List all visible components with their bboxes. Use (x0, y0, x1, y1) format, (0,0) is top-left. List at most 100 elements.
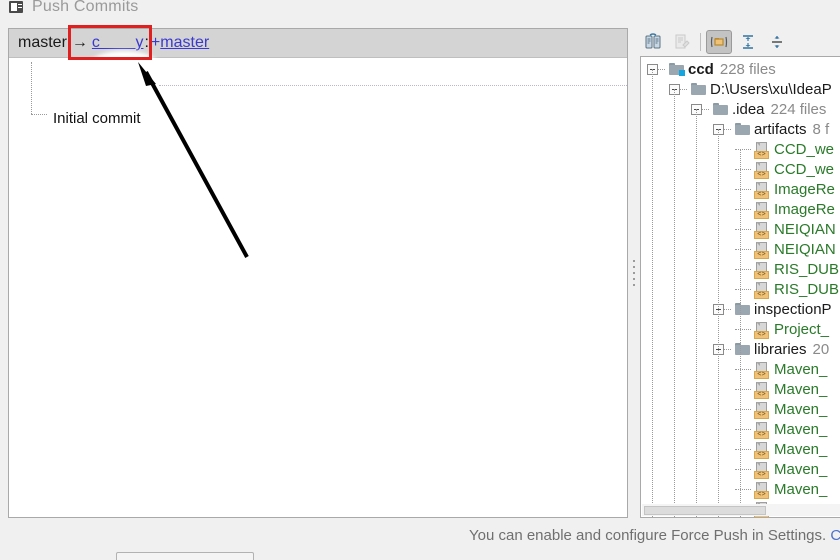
panel-splitter[interactable] (628, 28, 640, 518)
tree-item-label: Maven_ (774, 460, 828, 478)
tree-item-label: RIS_DUB (774, 260, 840, 278)
status-link-partial[interactable]: C (830, 527, 840, 544)
tree-guide-line (674, 89, 675, 517)
dialog-bottom-button[interactable] (116, 552, 254, 560)
tree-guide-line (696, 109, 697, 517)
status-message: You can enable and configure Force Push … (469, 527, 840, 544)
tree-guide (735, 449, 751, 450)
tree-item-count: 8 f (812, 120, 830, 138)
commits-panel[interactable]: master → c y : + master Initial commit (8, 28, 628, 518)
dialog-titlebar: Push Commits (0, 0, 840, 20)
tree-guide (735, 489, 751, 490)
changed-files-tree[interactable]: ccd 228 files D:\Users\xu\IdeaP .idea 224 fi… (640, 56, 840, 518)
tree-directory-row[interactable]: D:\Users\xu\IdeaP (641, 79, 840, 99)
tree-guide (735, 169, 751, 170)
show-diff-icon[interactable] (669, 30, 695, 54)
folder-icon (735, 123, 750, 135)
xml-file-icon: <> (754, 321, 770, 339)
plus-glyph: + (150, 34, 161, 51)
xml-file-icon: <> (754, 281, 770, 299)
tree-guide (735, 409, 751, 410)
tree-guide (735, 429, 751, 430)
tree-guide (724, 308, 731, 310)
toolbar-separator (700, 33, 701, 51)
folder-root-icon (669, 63, 685, 76)
status-message-text: You can enable and configure Force Push … (469, 526, 827, 544)
tree-guide (735, 269, 751, 270)
folder-icon (735, 343, 750, 355)
list-item[interactable]: Initial commit (53, 107, 141, 129)
xml-file-icon: <> (754, 401, 770, 419)
tree-item-label: .idea (732, 100, 765, 118)
tree-guide-line (740, 149, 741, 517)
xml-file-icon: <> (754, 221, 770, 239)
xml-file-icon: <> (754, 381, 770, 399)
tree-item-label: NEIQIAN (774, 220, 836, 238)
splitter-grip[interactable] (633, 260, 635, 286)
collapse-all-icon[interactable] (764, 30, 790, 54)
tree-directory-row[interactable]: ccd 228 files (641, 59, 840, 79)
tree-item-label: artifacts (754, 120, 807, 138)
tree-item-count: 20 (812, 340, 830, 358)
xml-file-icon: <> (754, 481, 770, 499)
tree-item-label: ImageRe (774, 180, 835, 198)
files-toolbar (640, 28, 832, 56)
xml-file-icon: <> (754, 141, 770, 159)
group-by-directory-icon[interactable] (706, 30, 732, 54)
tree-guide (735, 249, 751, 250)
tree-guide-line (652, 69, 653, 517)
tree-item-label: Maven_ (774, 440, 828, 458)
tree-item-label: RIS_DUB (774, 280, 840, 298)
annotation-highlight-rect (68, 25, 152, 60)
page-title: Push Commits (32, 0, 139, 15)
tree-item-label: D:\Users\xu\IdeaP (710, 80, 832, 98)
tree-guide (702, 108, 709, 110)
expand-all-icon[interactable] (735, 30, 761, 54)
redaction-blob (83, 56, 163, 86)
tree-guide (735, 209, 751, 210)
tree-item-label: Maven_ (774, 380, 828, 398)
tree-guide (735, 329, 751, 330)
content-area: master → c y : + master Initial commit c… (8, 28, 840, 518)
xml-file-icon: <> (754, 441, 770, 459)
xml-file-icon: <> (754, 461, 770, 479)
tree-guide (658, 68, 665, 70)
xml-file-icon: <> (754, 261, 770, 279)
xml-file-icon: <> (754, 181, 770, 199)
status-bar: You can enable and configure Force Push … (0, 524, 840, 546)
push-commits-dialog: Push Commits master → c y : + master Ini… (0, 0, 840, 560)
revert-icon[interactable] (640, 30, 666, 54)
tree-guide-line (718, 129, 719, 517)
tree-item-label: inspectionP (754, 300, 832, 318)
tree-guide (724, 348, 731, 350)
folder-icon (713, 103, 728, 115)
tree-horizontal-scrollbar[interactable] (642, 504, 840, 516)
tree-item-label: Maven_ (774, 400, 828, 418)
commit-message: Initial commit (53, 109, 141, 127)
tree-guide (735, 229, 751, 230)
tree-directory-row[interactable]: artifacts 8 f (641, 119, 840, 139)
tree-item-label: ImageRe (774, 200, 835, 218)
tree-item-label: Maven_ (774, 360, 828, 378)
commit-row-dashline (159, 85, 627, 86)
tree-item-label: NEIQIAN (774, 240, 836, 258)
tree-guide (735, 369, 751, 370)
tree-guide (735, 289, 751, 290)
tree-guide (735, 189, 751, 190)
folder-icon (691, 83, 706, 95)
target-branch-link[interactable]: master (160, 34, 209, 52)
tree-item-label: CCD_we (774, 160, 835, 178)
source-branch-label: master (18, 34, 67, 51)
tree-item-label: Maven_ (774, 420, 828, 438)
xml-file-icon: <> (754, 241, 770, 259)
tree-guide (735, 469, 751, 470)
xml-file-icon: <> (754, 201, 770, 219)
tree-guide (724, 128, 731, 130)
scrollbar-thumb[interactable] (644, 506, 766, 515)
tree-directory-row[interactable]: .idea 224 files (641, 99, 840, 119)
tree-item-label: CCD_we (774, 140, 835, 158)
changed-files-panel: ccd 228 files D:\Users\xu\IdeaP .idea 224 fi… (640, 28, 840, 518)
folder-icon (735, 303, 750, 315)
tree-item-count: 228 files (719, 60, 776, 78)
xml-file-icon: <> (754, 361, 770, 379)
